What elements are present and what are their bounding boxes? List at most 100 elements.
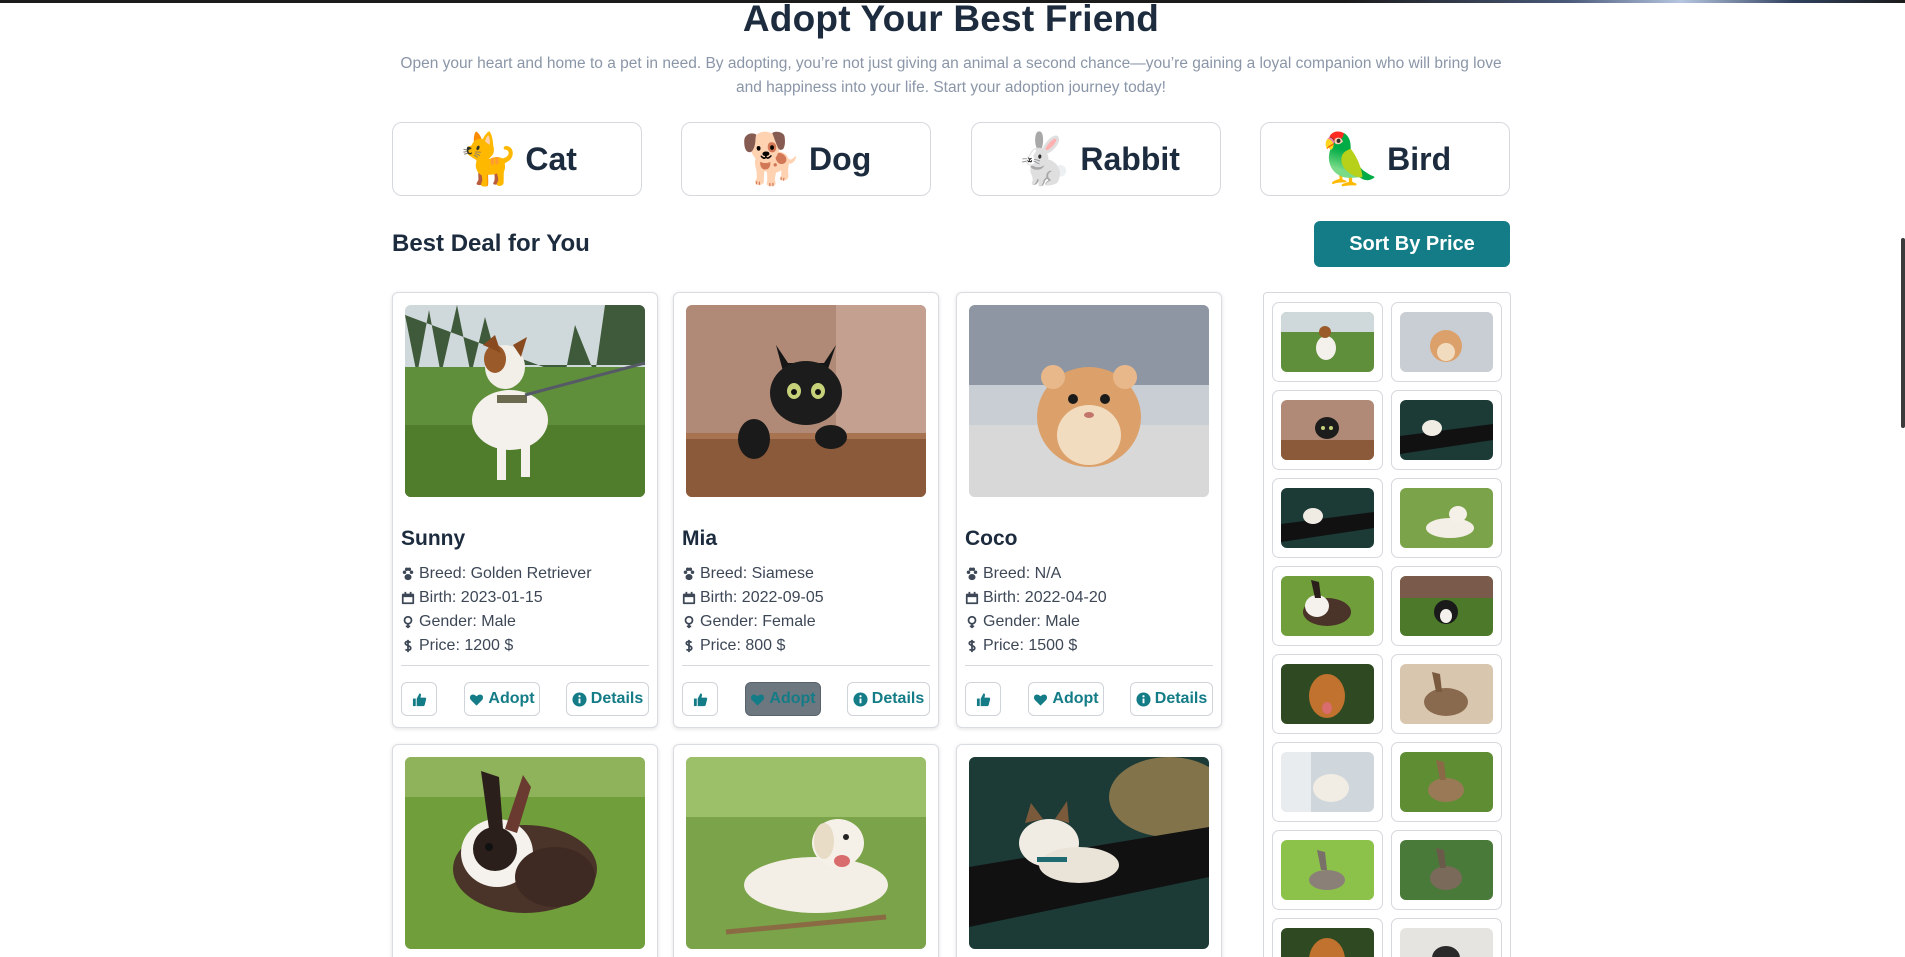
gallery-thumb[interactable] <box>1391 566 1502 646</box>
rabbit-thumb-icon <box>1400 664 1493 724</box>
gender-text: Gender: Male <box>983 613 1080 630</box>
pet-birth: Birth: 2022-04-20 <box>965 589 1107 607</box>
dollar-icon <box>968 639 976 653</box>
birth-text: Birth: 2022-04-20 <box>983 589 1107 606</box>
pet-breed: Breed: Golden Retriever <box>401 565 592 583</box>
adopt-button[interactable]: Adopt <box>464 682 540 716</box>
calendar-icon <box>682 591 696 605</box>
gallery-thumb[interactable] <box>1272 478 1383 558</box>
gallery-thumb[interactable] <box>1391 302 1502 382</box>
thumbs-up-icon <box>412 692 426 706</box>
dog-thumb-icon <box>1400 928 1493 957</box>
gallery-thumb[interactable] <box>1272 918 1383 957</box>
category-bird-button[interactable]: 🦜 Bird <box>1260 122 1510 196</box>
section-title: Best Deal for You <box>392 230 590 257</box>
pet-card: Sunny Breed: Golden Retriever Birth: 202… <box>392 292 658 728</box>
category-label: Bird <box>1387 140 1452 177</box>
gallery-thumb[interactable] <box>1391 742 1502 822</box>
gallery-thumb[interactable] <box>1272 742 1383 822</box>
gallery-thumb[interactable] <box>1391 654 1502 734</box>
card-divider <box>682 665 930 666</box>
gallery-thumb[interactable] <box>1391 830 1502 910</box>
details-label: Details <box>871 690 925 707</box>
adopt-label: Adopt <box>769 690 816 707</box>
info-icon <box>853 691 868 707</box>
gender-icon <box>684 615 694 629</box>
category-list: 🐈 Cat 🐕 Dog 🐇 Rabbit 🦜 Bird <box>392 122 1510 196</box>
pet-gender: Gender: Male <box>401 613 516 631</box>
details-button[interactable]: Details <box>1130 682 1213 716</box>
pet-photo[interactable] <box>405 305 645 497</box>
pet-name: Sunny <box>401 527 466 550</box>
thumbs-up-icon <box>693 692 707 706</box>
pet-photo[interactable] <box>969 757 1209 949</box>
pet-photo[interactable] <box>969 305 1209 497</box>
category-label: Dog <box>809 140 872 177</box>
gallery-thumb[interactable] <box>1391 390 1502 470</box>
dog-icon: 🐕 <box>740 130 804 188</box>
pet-gender: Gender: Male <box>965 613 1080 631</box>
birth-text: Birth: 2022-09-05 <box>700 589 824 606</box>
gallery-thumb[interactable] <box>1272 830 1383 910</box>
pet-photo[interactable] <box>686 757 926 949</box>
sort-by-price-button[interactable]: Sort By Price <box>1314 221 1510 267</box>
category-rabbit-button[interactable]: 🐇 Rabbit <box>971 122 1221 196</box>
pet-card: Mia Breed: Siamese Birth: 2022-09-05 Gen… <box>673 292 939 728</box>
calendar-icon <box>965 591 979 605</box>
adopt-button[interactable]: Adopt <box>745 682 821 716</box>
adopt-button[interactable]: Adopt <box>1028 682 1104 716</box>
details-label: Details <box>1154 690 1208 707</box>
rabbit-photo-icon <box>405 757 645 949</box>
like-button[interactable] <box>965 682 1001 716</box>
paw-icon <box>402 567 414 581</box>
dog-thumb-icon <box>1281 312 1374 372</box>
breed-text: Breed: N/A <box>983 565 1062 582</box>
cat-thumb-icon <box>1281 752 1374 812</box>
gallery-thumb[interactable] <box>1391 478 1502 558</box>
price-text: Price: 1500 $ <box>983 637 1078 654</box>
dollar-icon <box>404 639 412 653</box>
pet-price: Price: 1200 $ <box>401 637 513 655</box>
gallery-thumb[interactable] <box>1272 654 1383 734</box>
dollar-icon <box>685 639 693 653</box>
cat-photo-icon <box>969 757 1209 949</box>
gallery-thumb[interactable] <box>1272 390 1383 470</box>
page-scrollbar[interactable] <box>1901 238 1905 428</box>
dog-thumb-icon <box>1400 576 1493 636</box>
details-button[interactable]: Details <box>847 682 930 716</box>
rabbit-icon: 🐇 <box>1012 130 1075 188</box>
rabbit-thumb-icon <box>1400 840 1493 900</box>
parrot-icon: 🦜 <box>1318 130 1382 188</box>
pet-card <box>392 744 658 957</box>
gallery-thumb[interactable] <box>1391 918 1502 957</box>
thumbs-up-icon <box>976 692 990 706</box>
pet-photo[interactable] <box>686 305 926 497</box>
pet-birth: Birth: 2023-01-15 <box>401 589 543 607</box>
thumbnail-gallery <box>1263 292 1511 957</box>
pet-price: Price: 800 $ <box>682 637 785 655</box>
paw-icon <box>966 567 978 581</box>
dog-thumb-icon <box>1400 488 1493 548</box>
pet-gender: Gender: Female <box>682 613 816 631</box>
details-button[interactable]: Details <box>566 682 649 716</box>
rabbit-thumb-icon <box>1281 576 1374 636</box>
like-button[interactable] <box>401 682 437 716</box>
dog-photo-icon <box>686 757 926 949</box>
dog-thumb-icon <box>1281 664 1374 724</box>
pet-card <box>673 744 939 957</box>
gallery-thumb[interactable] <box>1272 302 1383 382</box>
heart-icon <box>751 694 765 706</box>
pet-photo[interactable] <box>405 757 645 949</box>
like-button[interactable] <box>682 682 718 716</box>
category-cat-button[interactable]: 🐈 Cat <box>392 122 642 196</box>
page-subtitle: Open your heart and home to a pet in nee… <box>400 55 1502 96</box>
gallery-thumb[interactable] <box>1272 566 1383 646</box>
pet-birth: Birth: 2022-09-05 <box>682 589 824 607</box>
pet-name: Coco <box>965 527 1018 550</box>
heart-icon <box>470 694 484 706</box>
calendar-icon <box>401 591 415 605</box>
category-dog-button[interactable]: 🐕 Dog <box>681 122 931 196</box>
cat-photo-icon <box>686 305 926 497</box>
cat-thumb-icon <box>1400 400 1493 460</box>
cat-thumb-icon <box>1281 400 1374 460</box>
